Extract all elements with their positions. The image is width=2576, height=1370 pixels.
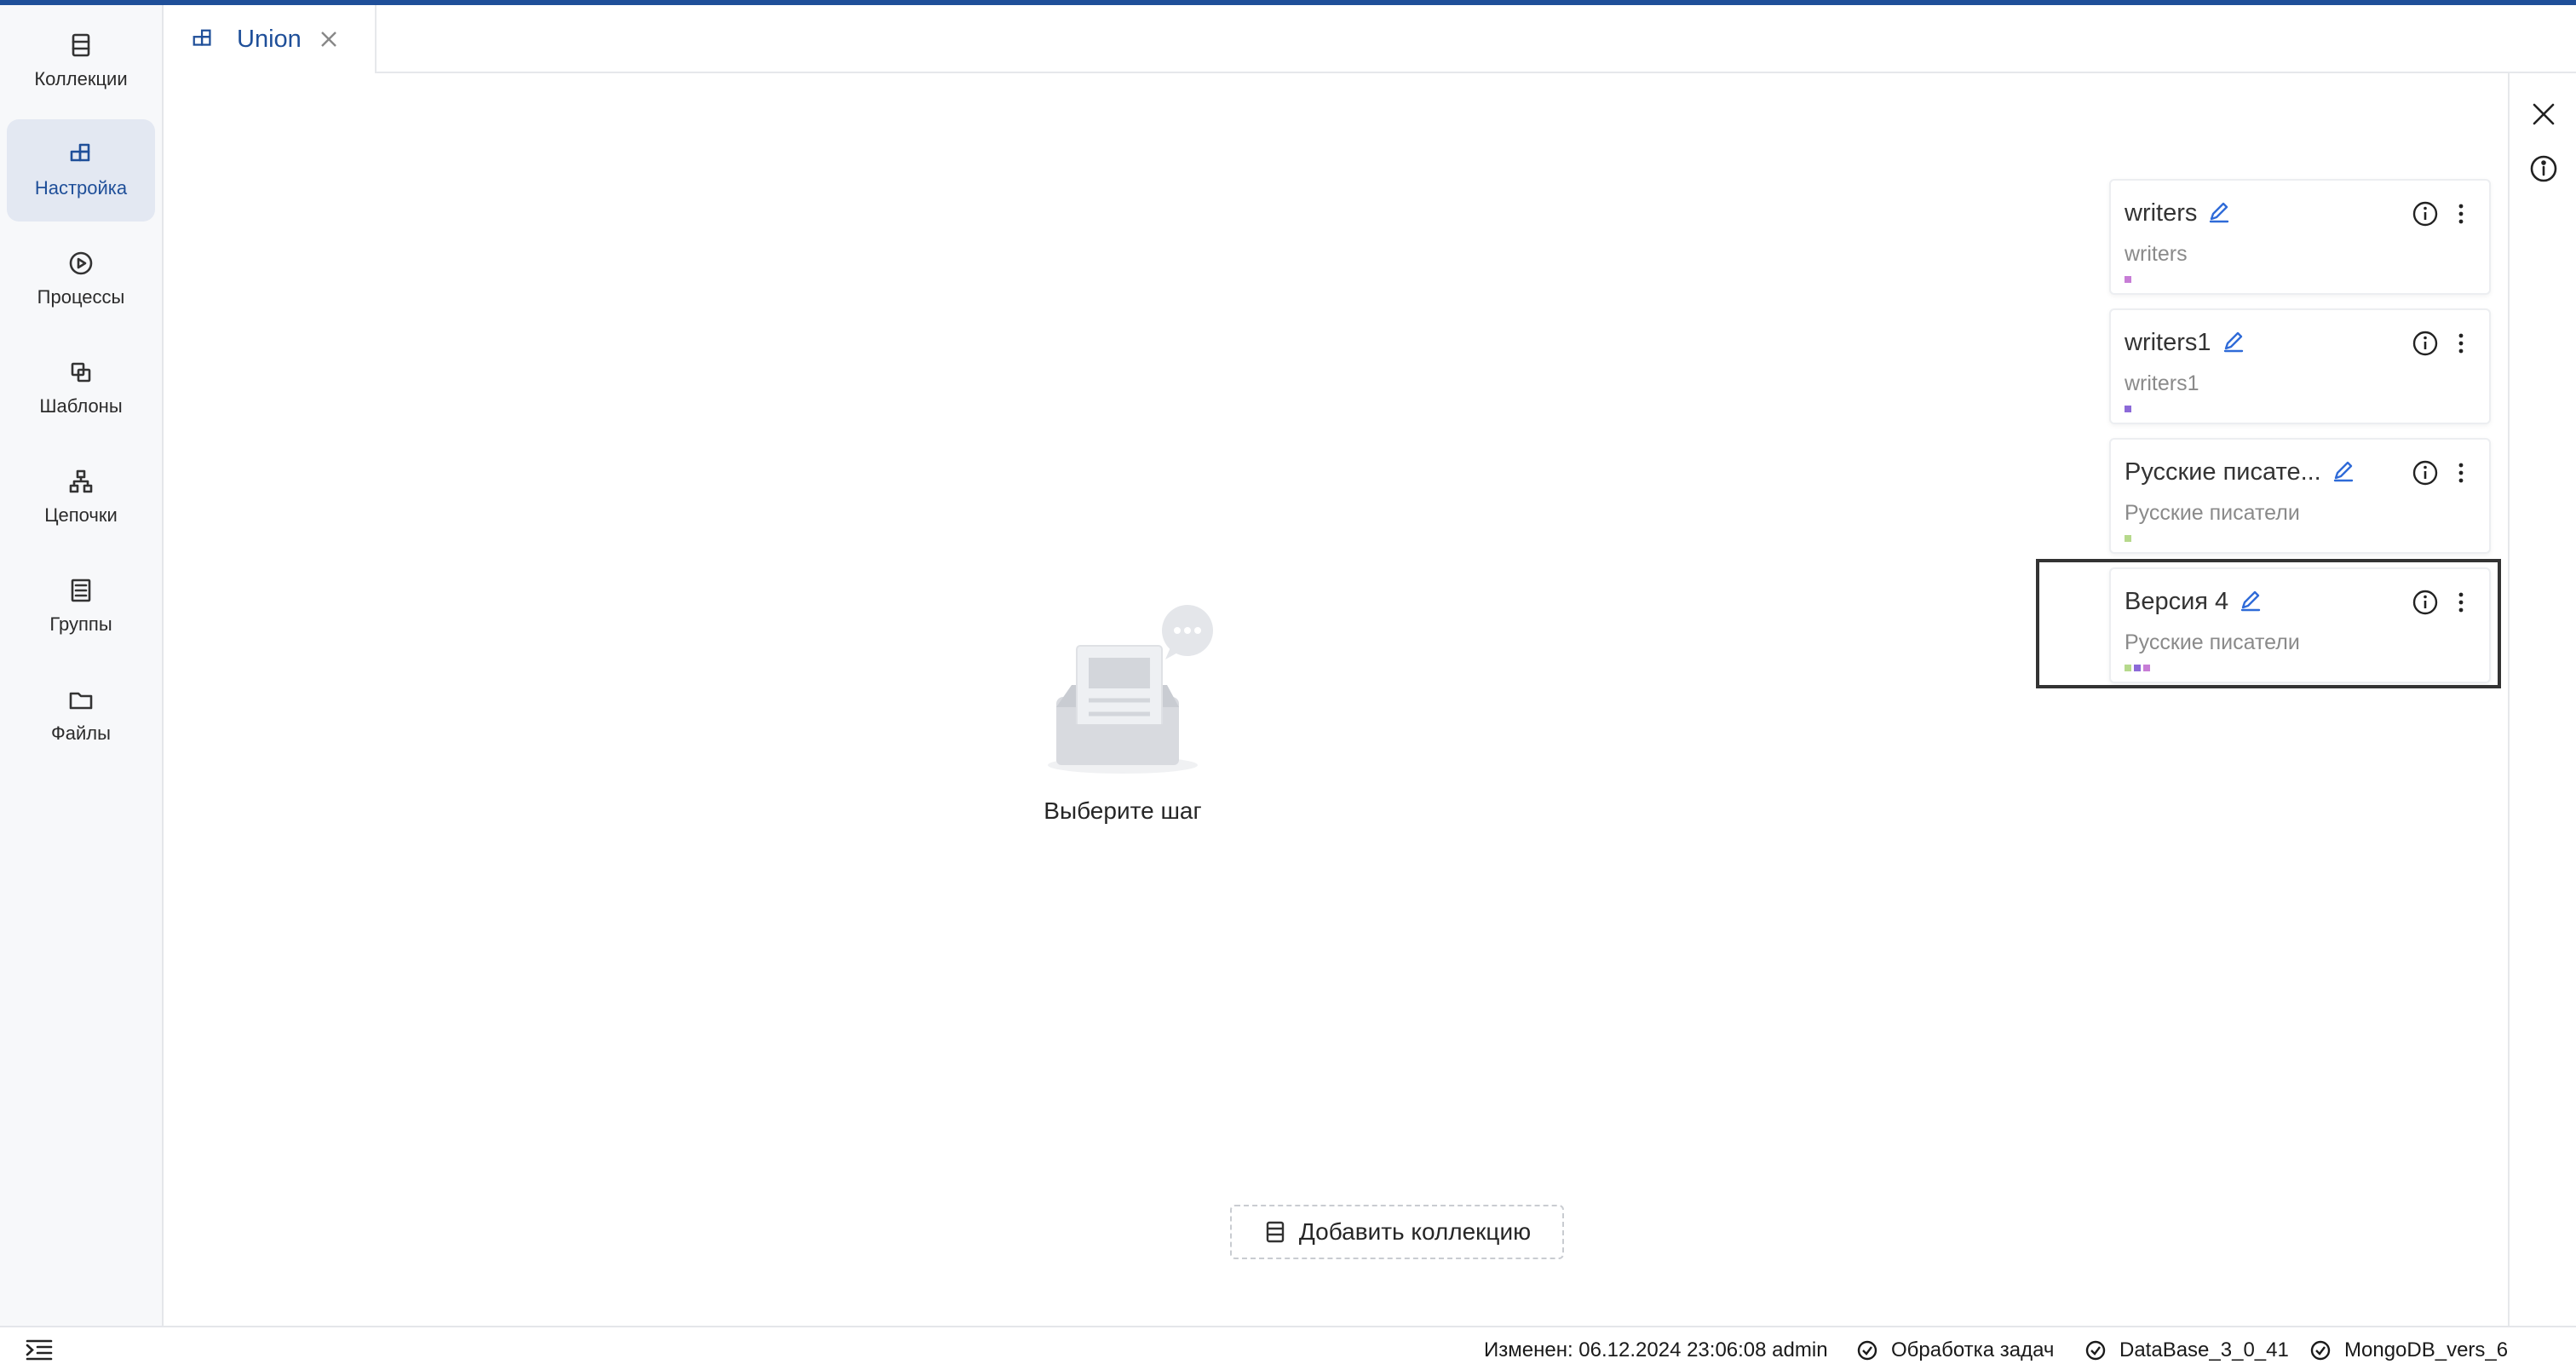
group-icon — [71, 579, 91, 602]
check-circle-icon — [1857, 1340, 1877, 1361]
info-icon[interactable] — [2527, 152, 2561, 186]
card-subtitle: writers1 — [2125, 371, 2199, 395]
more-vertical-icon[interactable] — [2447, 458, 2475, 487]
tab-bar: Union — [165, 5, 2576, 73]
card-subtitle: writers — [2125, 242, 2188, 266]
card-subtitle: Русские писатели — [2125, 630, 2300, 654]
card-tags — [2125, 665, 2150, 671]
collection-icon — [1266, 1221, 1285, 1243]
tab-label: Union — [237, 25, 302, 53]
tag-dot — [2143, 665, 2150, 671]
folder-icon — [69, 692, 93, 710]
sidebar: Коллекции Настройка Процессы Шаблоны Цеп… — [0, 5, 164, 1326]
card-tags — [2125, 406, 2131, 412]
tag-dot — [2134, 665, 2141, 671]
sidebar-item-label: Шаблоны — [39, 395, 123, 417]
sidebar-item-groups[interactable]: Группы — [7, 555, 155, 658]
check-circle-icon — [2310, 1340, 2331, 1361]
sidebar-item-files[interactable]: Файлы — [7, 665, 155, 767]
sidebar-item-processes[interactable]: Процессы — [7, 228, 155, 331]
more-vertical-icon[interactable] — [2447, 588, 2475, 617]
sidebar-item-label: Группы — [49, 613, 112, 635]
task-processing-status[interactable]: Обработка задач — [1857, 1338, 2054, 1362]
tag-dot — [2125, 665, 2131, 671]
play-circle-icon — [69, 251, 93, 275]
tag-dot — [2125, 535, 2131, 542]
setup-icon — [70, 143, 90, 162]
card-tags — [2125, 535, 2131, 542]
sidebar-item-label: Настройка — [34, 177, 128, 199]
mongo-label: MongoDB_vers_6 — [2344, 1338, 2509, 1361]
empty-state-illustration — [1031, 596, 1218, 801]
card-title: Версия 4 — [2125, 588, 2229, 615]
sidebar-item-label: Процессы — [37, 286, 125, 308]
info-icon[interactable] — [2411, 199, 2440, 228]
sidebar-item-label: Коллекции — [34, 68, 128, 89]
add-collection-label: Добавить коллекцию — [1298, 1218, 1532, 1245]
chain-icon — [69, 469, 93, 493]
step-card[interactable]: writers1 writers1 — [2109, 308, 2491, 424]
edit-icon[interactable] — [2332, 458, 2355, 482]
info-icon[interactable] — [2411, 458, 2440, 487]
app-window: Коллекции Настройка Процессы Шаблоны Цеп… — [0, 0, 2576, 1370]
database-label: DataBase_3_0_41 — [2119, 1338, 2289, 1361]
sidebar-item-setup[interactable]: Настройка — [7, 119, 155, 222]
collection-icon — [72, 33, 90, 57]
empty-state-text: Выберите шаг — [1044, 797, 1202, 824]
card-subtitle: Русские писатели — [2125, 501, 2300, 525]
modified-info: Изменен: 06.12.2024 23:06:08 admin — [1484, 1338, 1828, 1361]
edit-icon[interactable] — [2207, 199, 2231, 223]
task-processing-label: Обработка задач — [1891, 1338, 2055, 1361]
sidebar-item-collections[interactable]: Коллекции — [7, 10, 155, 112]
sidebar-item-label: Файлы — [51, 722, 111, 744]
database-status[interactable]: DataBase_3_0_41 — [2085, 1338, 2289, 1362]
add-collection-button[interactable]: Добавить коллекцию — [1230, 1205, 1564, 1259]
sidebar-item-chains[interactable]: Цепочки — [7, 446, 155, 549]
close-icon[interactable] — [317, 27, 341, 51]
more-vertical-icon[interactable] — [2447, 199, 2475, 228]
right-panel-rail — [2508, 73, 2576, 1326]
card-title: Русские писате... — [2125, 458, 2321, 486]
card-title-wrap: writers1 — [2125, 329, 2245, 357]
step-card[interactable]: writers writers — [2109, 179, 2491, 295]
card-title-wrap: writers — [2125, 199, 2231, 227]
template-icon — [71, 362, 91, 383]
more-vertical-icon[interactable] — [2447, 329, 2475, 358]
close-panel-icon[interactable] — [2527, 97, 2561, 131]
status-bar: Изменен: 06.12.2024 23:06:08 admin Обраб… — [0, 1326, 2576, 1370]
info-icon[interactable] — [2411, 329, 2440, 358]
mongo-status[interactable]: MongoDB_vers_6 — [2310, 1338, 2508, 1362]
edit-icon[interactable] — [2222, 329, 2245, 353]
card-title-wrap: Русские писате... — [2125, 458, 2355, 486]
tag-dot — [2125, 406, 2131, 412]
card-tags — [2125, 276, 2131, 283]
check-circle-icon — [2085, 1340, 2106, 1361]
tag-dot — [2125, 276, 2131, 283]
card-title: writers — [2125, 199, 2198, 227]
step-card-selected[interactable]: Версия 4 Русские писатели — [2109, 567, 2491, 683]
card-title-wrap: Версия 4 — [2125, 588, 2263, 616]
card-title: writers1 — [2125, 329, 2211, 356]
setup-icon — [193, 29, 211, 46]
tab-union[interactable]: Union — [165, 5, 377, 73]
step-card[interactable]: Русские писате... Русские писатели — [2109, 438, 2491, 554]
info-icon[interactable] — [2411, 588, 2440, 617]
sidebar-item-templates[interactable]: Шаблоны — [7, 337, 155, 440]
expand-sidebar-icon[interactable] — [26, 1338, 53, 1361]
sidebar-item-label: Цепочки — [44, 504, 118, 526]
edit-icon[interactable] — [2239, 588, 2263, 612]
